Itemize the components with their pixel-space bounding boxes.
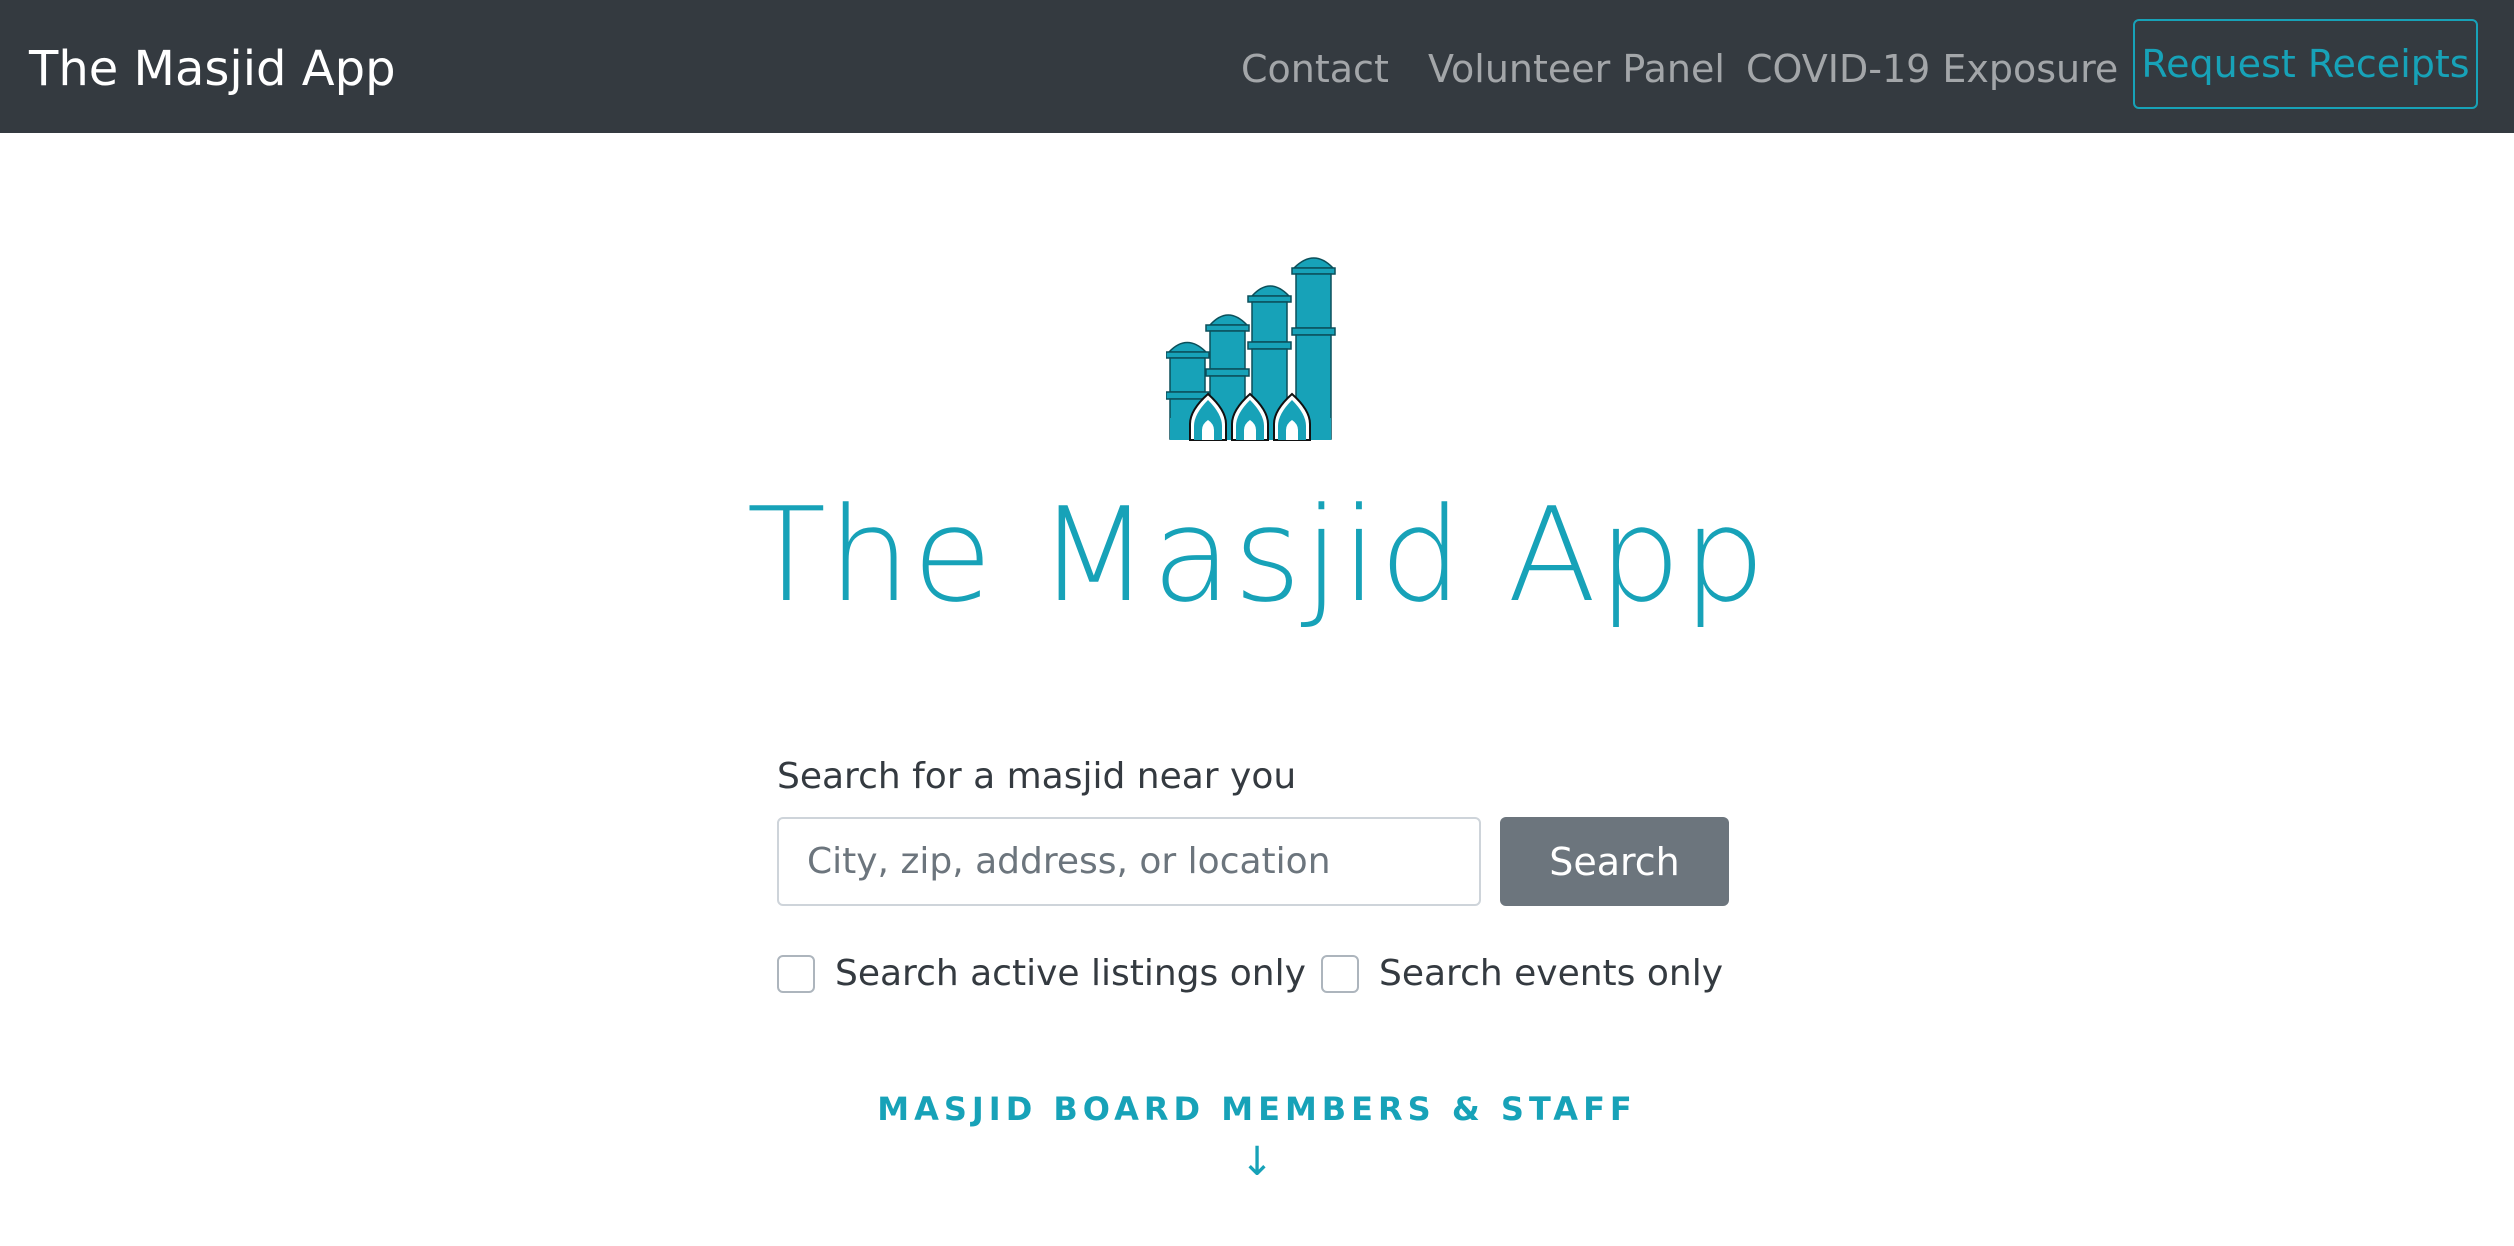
search-label: Search for a masjid near you bbox=[777, 756, 1297, 797]
active-listings-label[interactable]: Search active listings only bbox=[835, 949, 1306, 999]
down-arrow-icon[interactable]: ↓ bbox=[0, 1137, 2514, 1187]
events-only-checkbox-row[interactable]: Search events only bbox=[1321, 949, 1723, 999]
top-navbar: The Masjid App Contact Volunteer Panel C… bbox=[0, 0, 2514, 133]
search-input[interactable] bbox=[777, 817, 1481, 906]
active-listings-checkbox[interactable] bbox=[777, 955, 815, 993]
board-members-link[interactable]: MASJID BOARD MEMBERS & STAFF bbox=[0, 1087, 2514, 1131]
mosque-minarets-icon bbox=[1165, 246, 1336, 446]
active-listings-checkbox-row[interactable]: Search active listings only bbox=[777, 949, 1306, 999]
nav-link-volunteer-panel[interactable]: Volunteer Panel bbox=[1428, 44, 1725, 94]
events-only-checkbox[interactable] bbox=[1321, 955, 1359, 993]
request-receipts-button[interactable]: Request Receipts bbox=[2133, 19, 2478, 109]
nav-link-covid-exposure[interactable]: COVID-19 Exposure bbox=[1746, 44, 2118, 94]
nav-link-contact[interactable]: Contact bbox=[1241, 44, 1389, 94]
search-button[interactable]: Search bbox=[1500, 817, 1729, 906]
brand-link[interactable]: The Masjid App bbox=[29, 40, 396, 98]
events-only-label[interactable]: Search events only bbox=[1379, 949, 1723, 999]
hero-title: The Masjid App bbox=[746, 479, 1768, 631]
